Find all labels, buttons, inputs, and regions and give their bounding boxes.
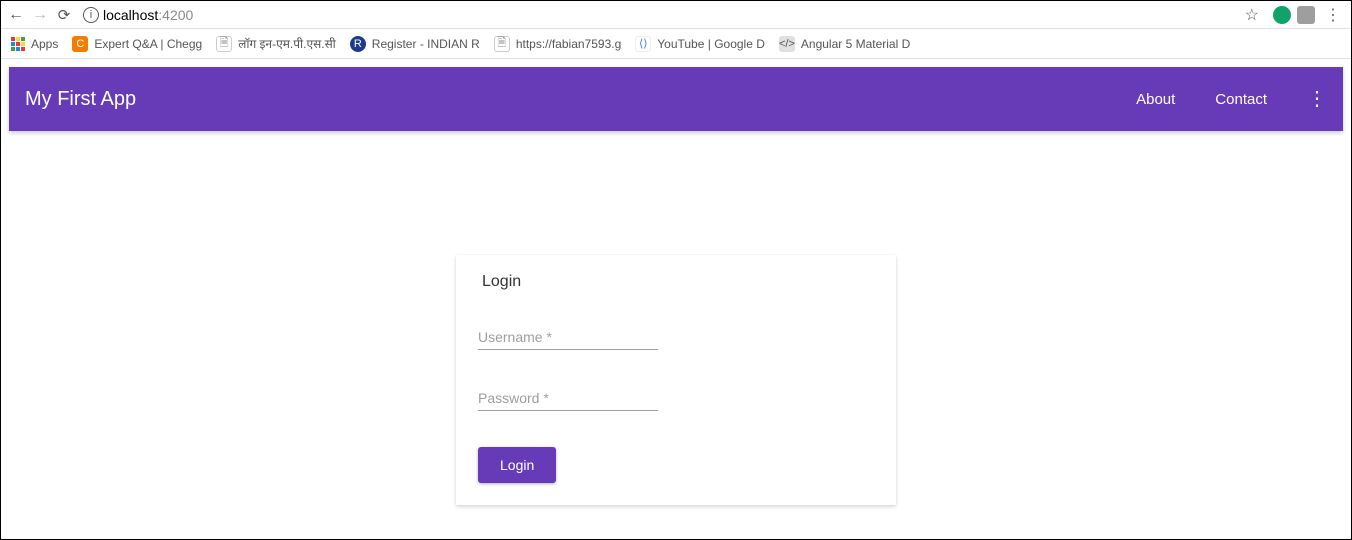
nav-about[interactable]: About	[1136, 91, 1175, 108]
bookmark-label: Angular 5 Material D	[801, 37, 910, 51]
star-icon[interactable]: ☆	[1245, 5, 1259, 25]
browser-toolbar: ← → ⟳ i localhost:4200 ☆ ⋮	[1, 1, 1351, 29]
url-host: localhost	[103, 7, 158, 23]
bookmark-icon: </>	[779, 36, 795, 52]
bookmark-icon: 🗎	[216, 36, 232, 52]
bookmark-item[interactable]: ⟨⟩ YouTube | Google D	[635, 36, 765, 52]
username-field-wrapper	[478, 325, 658, 350]
bookmark-item[interactable]: R Register - INDIAN R	[350, 36, 480, 52]
username-input[interactable]	[478, 325, 658, 350]
bookmark-label: YouTube | Google D	[657, 37, 765, 51]
nav-right: About Contact ⋮	[1136, 89, 1327, 109]
nav-contact[interactable]: Contact	[1215, 91, 1267, 108]
bookmark-item[interactable]: </> Angular 5 Material D	[779, 36, 910, 52]
bookmark-label: लॉग इन-एम.पी.एस.सी	[238, 35, 336, 52]
url-bar[interactable]: i localhost:4200	[79, 7, 1239, 23]
back-arrow-icon[interactable]: ←	[7, 6, 25, 24]
reload-icon[interactable]: ⟳	[55, 6, 73, 24]
bookmark-item[interactable]: 🗎 https://fabian7593.g	[494, 36, 621, 52]
bookmark-icon: 🗎	[494, 36, 510, 52]
browser-menu-icon[interactable]: ⋮	[1321, 5, 1345, 25]
password-field-wrapper	[478, 386, 658, 411]
login-button[interactable]: Login	[478, 447, 556, 483]
bookmarks-bar: Apps C Expert Q&A | Chegg 🗎 लॉग इन-एम.पी…	[1, 29, 1351, 59]
bookmark-label: Expert Q&A | Chegg	[94, 37, 202, 51]
password-input[interactable]	[478, 386, 658, 411]
bookmark-item[interactable]: C Expert Q&A | Chegg	[72, 36, 202, 52]
bookmark-item[interactable]: 🗎 लॉग इन-एम.पी.एस.सी	[216, 35, 336, 52]
login-title: Login	[482, 273, 874, 291]
extension-badge-green[interactable]	[1273, 6, 1291, 24]
extension-badge-gray[interactable]	[1297, 6, 1315, 24]
app-title: My First App	[25, 88, 136, 111]
login-card: Login Login	[456, 255, 896, 505]
content-area: Login Login	[9, 131, 1343, 505]
bookmark-icon: C	[72, 36, 88, 52]
bookmark-label: Register - INDIAN R	[372, 37, 480, 51]
forward-arrow-icon: →	[31, 6, 49, 24]
bookmark-icon: R	[350, 36, 366, 52]
bookmark-label: Apps	[31, 37, 58, 51]
bookmark-apps[interactable]: Apps	[11, 37, 58, 51]
info-icon[interactable]: i	[83, 7, 99, 23]
url-port: :4200	[158, 7, 193, 23]
bookmark-icon: ⟨⟩	[635, 36, 651, 52]
bookmark-label: https://fabian7593.g	[516, 37, 621, 51]
page-content: My First App About Contact ⋮ Login Login	[1, 59, 1351, 513]
more-vert-icon[interactable]: ⋮	[1307, 89, 1327, 109]
app-toolbar: My First App About Contact ⋮	[9, 67, 1343, 131]
apps-grid-icon	[11, 37, 25, 51]
